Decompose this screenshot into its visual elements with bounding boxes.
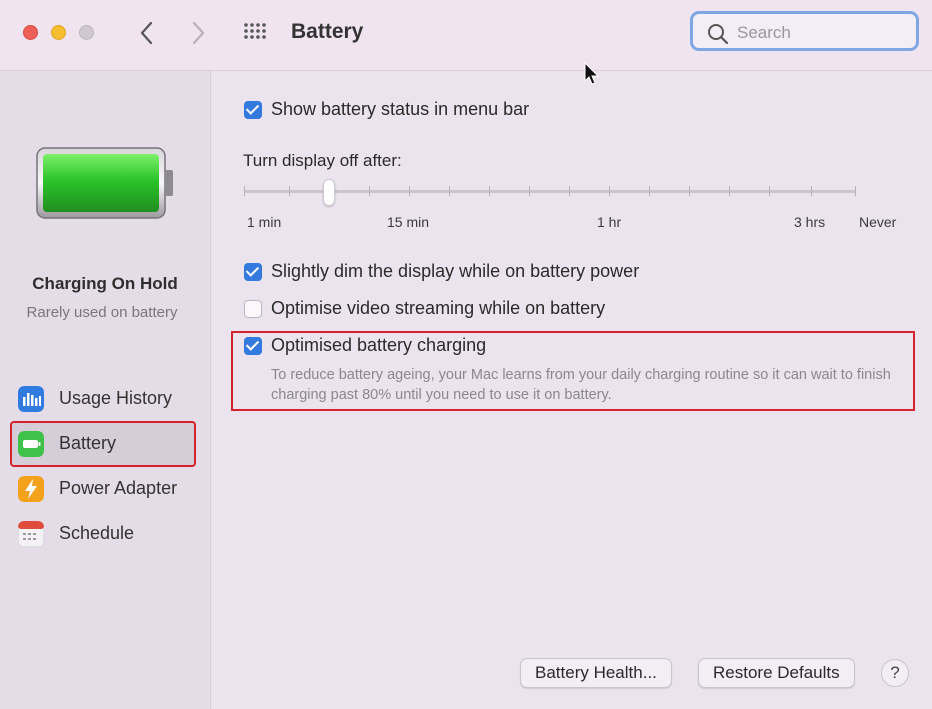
search-field[interactable]: Search: [690, 11, 919, 51]
battery-health-button[interactable]: Battery Health...: [520, 658, 672, 688]
slider-tick: [569, 186, 570, 196]
grid-icon: [244, 23, 266, 39]
sidebar-item-label: Schedule: [59, 523, 135, 543]
zoom-window-button[interactable]: [79, 25, 94, 40]
title-bar: Battery Search: [0, 0, 932, 71]
slider-label-3-hrs: 3 hrs: [794, 214, 826, 230]
charging-status-subtitle: Rarely used on battery: [26, 304, 178, 321]
display-off-label: Turn display off after:: [243, 151, 402, 170]
lightning-icon: [18, 476, 44, 502]
close-window-button[interactable]: [23, 25, 38, 40]
forward-button[interactable]: [185, 18, 211, 48]
sidebar: Charging On Hold Rarely used on battery …: [0, 71, 211, 709]
search-icon: [708, 24, 729, 45]
slider-tick: [811, 186, 812, 196]
slider-tick: [489, 186, 490, 196]
slider-tick: [689, 186, 690, 196]
slider-label-1-hr: 1 hr: [597, 214, 622, 230]
slider-tick: [729, 186, 730, 196]
search-placeholder: Search: [737, 23, 791, 42]
slider-label-15-min: 15 min: [387, 214, 430, 230]
sidebar-item-battery[interactable]: Battery: [10, 421, 196, 467]
window-title: Battery: [291, 20, 364, 43]
sidebar-item-label: Power Adapter: [59, 478, 178, 498]
slider-label-never: Never: [859, 214, 897, 230]
slider-label-1-min: 1 min: [247, 214, 282, 230]
help-button[interactable]: ?: [881, 659, 909, 687]
sidebar-item-schedule[interactable]: Schedule: [12, 513, 194, 555]
back-button[interactable]: [134, 18, 160, 48]
sidebar-item-label: Battery: [59, 433, 117, 453]
optimised-charging-checkbox[interactable]: [244, 337, 262, 355]
display-off-slider-thumb[interactable]: [323, 179, 335, 206]
optimised-charging-label: Optimised battery charging: [271, 335, 487, 355]
dim-display-checkbox[interactable]: [244, 263, 262, 281]
slider-tick: [409, 186, 410, 196]
slider-tick: [369, 186, 370, 196]
mouse-cursor-icon: [584, 62, 600, 85]
chevron-left-icon: [140, 21, 153, 45]
slider-tick: [649, 186, 650, 196]
battery-status-icon: [36, 147, 173, 219]
chevron-right-icon: [192, 21, 205, 45]
dim-display-label: Slightly dim the display while on batter…: [271, 261, 640, 281]
sidebar-item-power-adapter[interactable]: Power Adapter: [12, 468, 194, 510]
slider-tick: [529, 186, 530, 196]
slider-tick: [449, 186, 450, 196]
slider-tick: [855, 186, 856, 196]
show-battery-status-label: Show battery status in menu bar: [271, 99, 530, 119]
show-battery-status-checkbox[interactable]: [244, 101, 262, 119]
slider-tick: [609, 186, 610, 196]
slider-tick: [289, 186, 290, 196]
battery-icon: [18, 431, 44, 457]
slider-tick: [769, 186, 770, 196]
battery-settings-pane: Show battery status in menu bar Turn dis…: [211, 71, 932, 709]
slider-tick: [244, 186, 245, 196]
optimised-charging-description: To reduce battery ageing, your Mac learn…: [271, 367, 891, 403]
minimize-window-button[interactable]: [51, 25, 66, 40]
charging-status-title: Charging On Hold: [32, 274, 178, 293]
display-off-slider-track[interactable]: [244, 190, 856, 193]
bar-chart-icon: [18, 386, 44, 412]
show-all-button[interactable]: [243, 21, 271, 45]
optimise-video-label: Optimise video streaming while on batter…: [271, 298, 606, 318]
sidebar-item-usage-history[interactable]: Usage History: [12, 378, 194, 420]
calendar-icon: [18, 521, 44, 547]
optimise-video-checkbox[interactable]: [244, 300, 262, 318]
sidebar-item-label: Usage History: [59, 388, 173, 408]
restore-defaults-button[interactable]: Restore Defaults: [698, 658, 855, 688]
